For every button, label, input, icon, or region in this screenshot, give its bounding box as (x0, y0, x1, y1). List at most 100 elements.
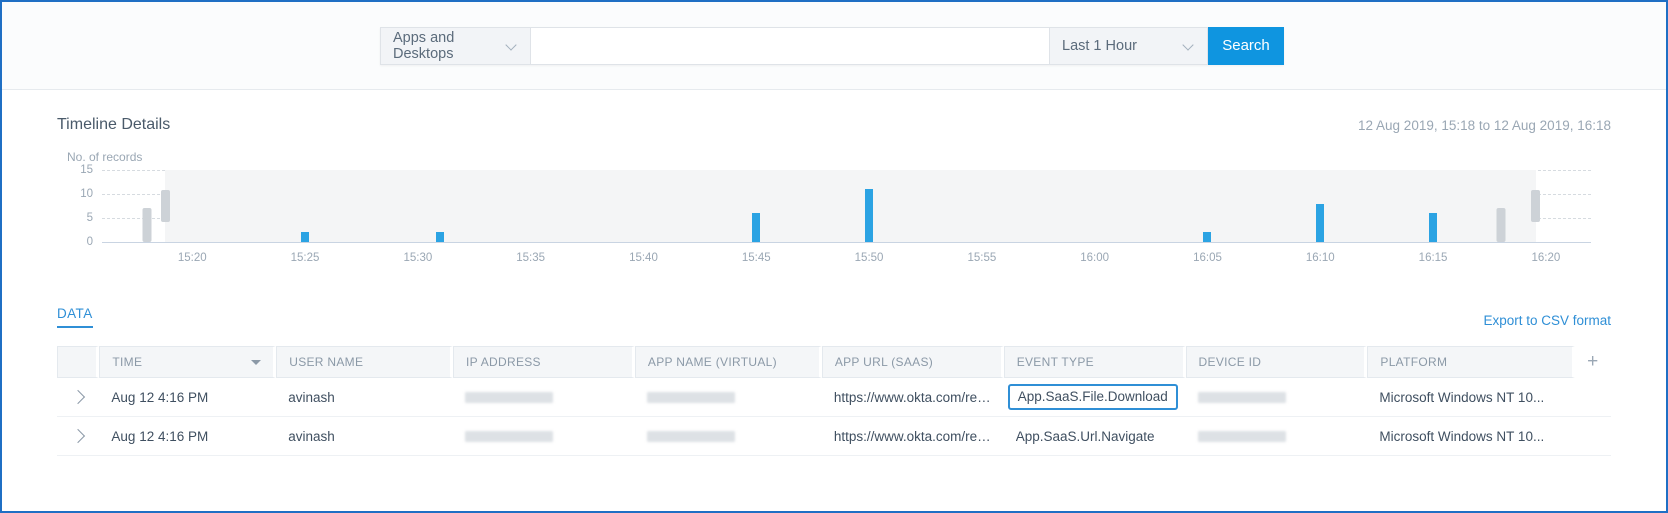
results-table: TIME USER NAME IP ADDRESS APP NAME (VIRTUAL… (57, 346, 1611, 456)
redacted-value (465, 392, 554, 404)
chart-x-tick: 15:35 (516, 252, 546, 264)
table-header-app_name_virtual[interactable]: APP NAME (VIRTUAL) (634, 346, 822, 378)
cell-spacer (1574, 417, 1611, 456)
table-header-user_name[interactable]: USER NAME (276, 346, 454, 378)
page-title: Timeline Details (57, 116, 171, 133)
chart-bar[interactable] (301, 232, 310, 242)
redacted-value (465, 431, 554, 443)
chart-x-tick: 16:20 (1531, 252, 1561, 264)
cell-event_type: App.SaaS.File.Download (1003, 378, 1186, 417)
cell-text: App.SaaS.Url.Navigate (1015, 428, 1155, 444)
table-header-ip_address[interactable]: IP ADDRESS (453, 346, 635, 378)
search-input[interactable] (530, 26, 1050, 65)
time-range-label: Last 1 Hour (1062, 37, 1137, 54)
column-label: USER NAME (289, 355, 364, 369)
chart-x-tick: 15:45 (741, 252, 771, 264)
highlighted-event-type[interactable]: App.SaaS.File.Download (1007, 384, 1178, 410)
export-csv-link[interactable]: Export to CSV format (1483, 313, 1611, 328)
chart-bar[interactable] (1496, 208, 1506, 242)
chart-bar[interactable] (752, 213, 761, 242)
chevron-down-icon (507, 40, 518, 51)
chart-y-tick: 0 (86, 236, 93, 248)
table-row[interactable]: Aug 12 4:16 PM avinash https://www.okta.co… (57, 417, 1611, 456)
table-header-expander (57, 346, 100, 378)
cell-ip_address (453, 378, 635, 417)
chart-bar[interactable] (865, 189, 874, 242)
cell-text: avinash (288, 428, 335, 444)
search-controls: Apps and Desktops Last 1 Hour Search (380, 26, 1284, 65)
table-header-time[interactable]: TIME (99, 346, 277, 378)
chart-x-tick: 16:00 (1080, 252, 1110, 264)
chevron-right-icon[interactable] (71, 389, 86, 404)
category-select-label: Apps and Desktops (393, 29, 455, 62)
chart-x-tick: 15:25 (290, 252, 320, 264)
cell-platform: Microsoft Windows NT 10... (1367, 417, 1575, 456)
redacted-value (1197, 392, 1286, 404)
row-expand-cell[interactable] (57, 378, 100, 417)
row-expand-cell[interactable] (57, 417, 100, 456)
chart-x-tick: 15:20 (177, 252, 207, 264)
redacted-value (1197, 431, 1286, 443)
chart-y-axis-title: No. of records (67, 150, 143, 164)
chart-bar[interactable] (1316, 203, 1325, 242)
cell-user_name: avinash (276, 378, 454, 417)
chart-x-axis: 15:20 15:25 15:30 15:35 15:40 15:45 15:50 15:55… (102, 252, 1591, 272)
table-header-app_url_saas[interactable]: APP URL (SAAS) (821, 346, 1004, 378)
column-label: IP ADDRESS (466, 355, 541, 369)
chevron-right-icon[interactable] (71, 428, 86, 443)
cell-time: Aug 12 4:16 PM (99, 417, 277, 456)
sort-descending-icon[interactable] (251, 359, 262, 365)
chart-plot-area (102, 170, 1591, 243)
cell-spacer (1574, 378, 1611, 417)
chart-x-tick: 15:40 (629, 252, 658, 264)
chart-x-tick: 15:50 (854, 252, 884, 264)
cell-device_id (1185, 378, 1368, 417)
table-header-device_id[interactable]: DEVICE ID (1185, 346, 1368, 378)
chart-bar[interactable] (142, 208, 152, 242)
search-button[interactable]: Search (1208, 26, 1284, 65)
chart-x-tick: 15:30 (403, 252, 433, 264)
add-column-icon[interactable]: + (1574, 346, 1611, 378)
chart-brush-handle-right[interactable] (1530, 190, 1540, 222)
chart-bar[interactable] (1429, 213, 1438, 242)
table-header-row: TIME USER NAME IP ADDRESS APP NAME (VIRTUAL… (57, 346, 1611, 378)
cell-text: Microsoft Windows NT 10... (1379, 389, 1545, 405)
timeline-panel: Timeline Details 12 Aug 2019, 15:18 to 1… (2, 90, 1666, 272)
table-header-event_type[interactable]: EVENT TYPE (1003, 346, 1186, 378)
cell-text: Aug 12 4:16 PM (111, 389, 209, 405)
cell-app_name_virtual (634, 378, 822, 417)
cell-text: avinash (288, 389, 335, 405)
category-select[interactable]: Apps and Desktops (380, 26, 530, 65)
cell-app_url_saas: https://www.okta.com/res... (821, 417, 1004, 456)
table-row[interactable]: Aug 12 4:16 PM avinash https://www.okta.co… (57, 378, 1611, 417)
app-window: Apps and Desktops Last 1 Hour Search Tim… (0, 0, 1668, 513)
chart-brush-selection[interactable] (164, 170, 1536, 242)
table-header-platform[interactable]: PLATFORM (1367, 346, 1575, 378)
chart-y-axis: 0 5 10 15 (57, 164, 93, 248)
cell-app_name_virtual (634, 417, 822, 456)
column-label: APP URL (SAAS) (834, 355, 934, 369)
chart-bar[interactable] (1203, 232, 1212, 242)
column-label: APP NAME (VIRTUAL) (647, 355, 777, 369)
cell-text: https://www.okta.com/res... (833, 389, 992, 405)
cell-platform: Microsoft Windows NT 10... (1367, 378, 1575, 417)
redacted-value (646, 392, 735, 404)
cell-user_name: avinash (276, 417, 454, 456)
chart-y-tick: 10 (80, 188, 93, 200)
time-range-select[interactable]: Last 1 Hour (1050, 26, 1208, 65)
column-label: DEVICE ID (1198, 355, 1262, 369)
cell-text: Microsoft Windows NT 10... (1379, 428, 1545, 444)
column-label: EVENT TYPE (1016, 355, 1094, 369)
column-label: TIME (112, 355, 143, 369)
column-label: PLATFORM (1380, 355, 1448, 369)
timeline-header: Timeline Details 12 Aug 2019, 15:18 to 1… (57, 90, 1611, 134)
chart-bar[interactable] (436, 232, 445, 242)
cell-ip_address (453, 417, 635, 456)
chart-x-tick: 16:15 (1418, 252, 1448, 264)
tab-data[interactable]: DATA (57, 306, 93, 328)
chart-brush-handle-left[interactable] (160, 190, 170, 222)
search-bar: Apps and Desktops Last 1 Hour Search (2, 2, 1666, 90)
chart-x-tick: 15:55 (967, 252, 997, 264)
timeline-range-label: 12 Aug 2019, 15:18 to 12 Aug 2019, 16:18 (1358, 117, 1611, 133)
chart-x-tick: 16:05 (1193, 252, 1222, 264)
